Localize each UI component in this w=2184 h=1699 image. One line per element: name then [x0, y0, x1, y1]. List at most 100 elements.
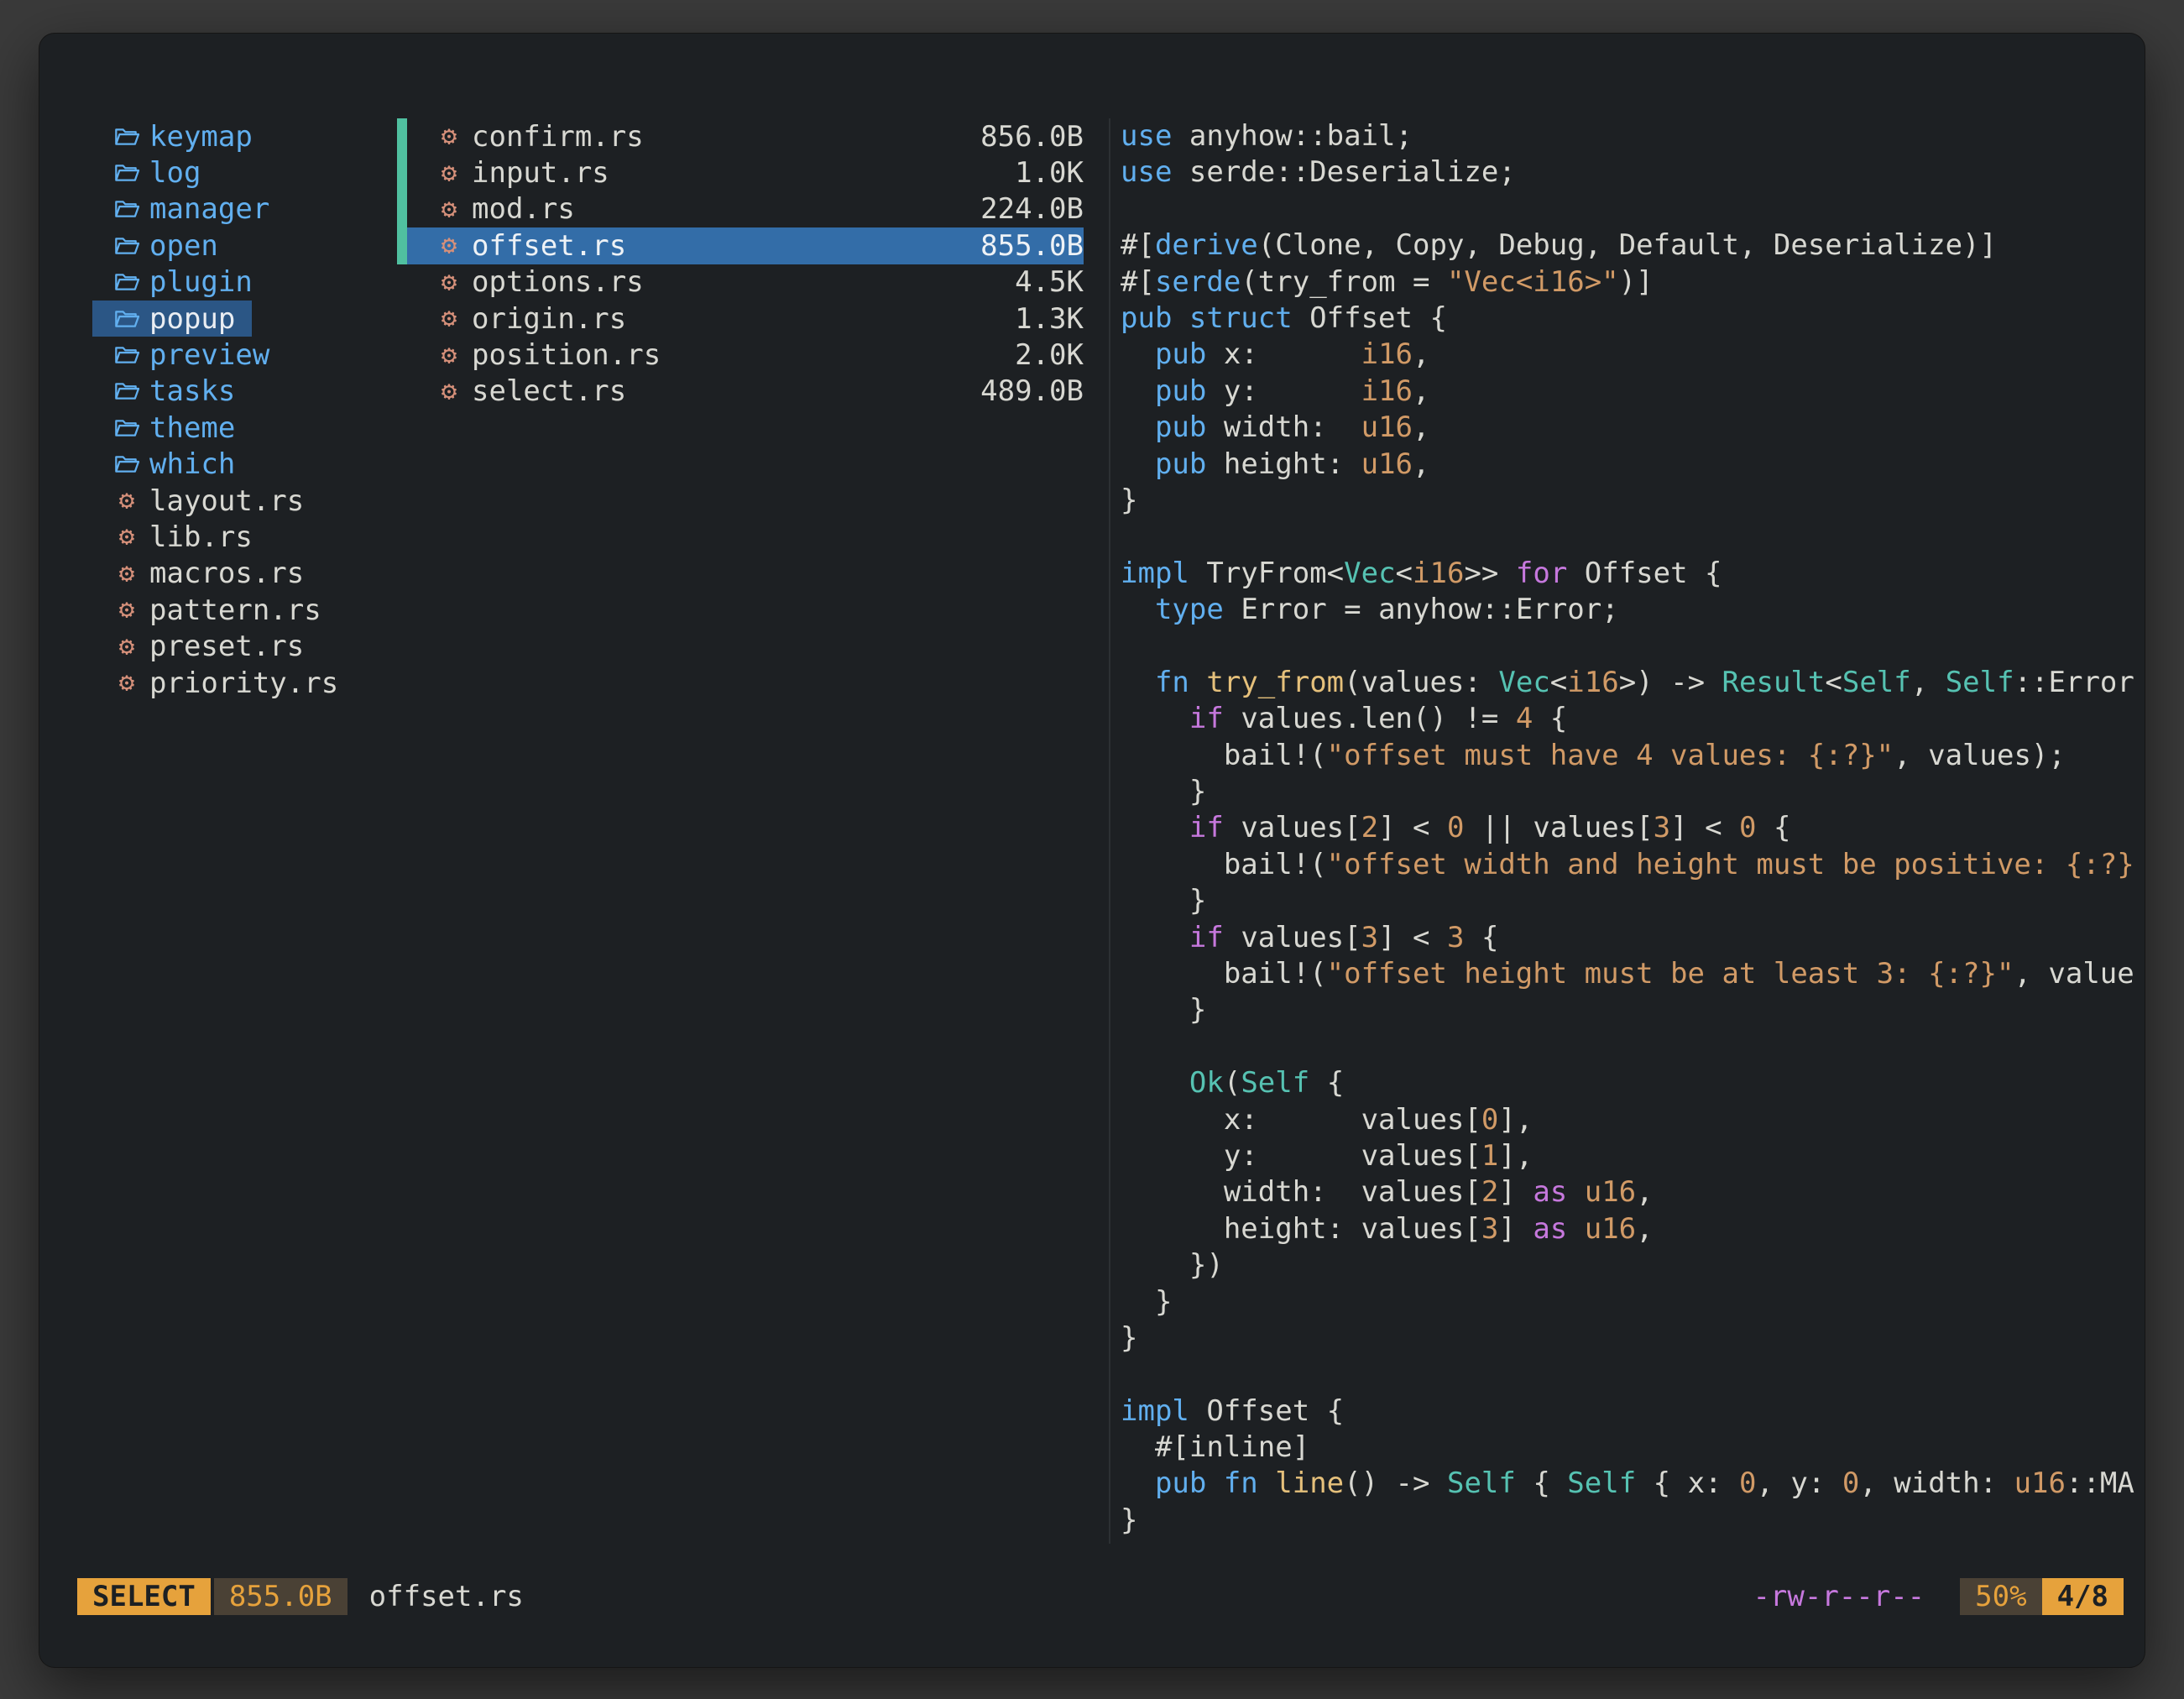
sidebar-item-chip: ⚙ pattern.rs	[92, 592, 338, 628]
file-size: 224.0B	[980, 192, 1084, 226]
sidebar-item-open[interactable]: open	[92, 227, 397, 264]
current-directory-pane: ⚙ confirm.rs 856.0B⚙input.rs1.0K⚙mod.rs224…	[397, 118, 1109, 1544]
code-line: impl Offset {	[1121, 1393, 2145, 1430]
code-line: type Error = anyhow::Error;	[1121, 592, 2145, 628]
sidebar-item-chip: theme	[92, 410, 252, 446]
rust-file-icon: ⚙	[435, 123, 463, 149]
sidebar-item-chip: log	[92, 154, 217, 191]
sidebar-item-label: pattern.rs	[149, 593, 321, 627]
file-name: options.rs	[472, 265, 644, 299]
sidebar-item-keymap[interactable]: keymap	[92, 118, 397, 154]
sidebar-item-macros-rs[interactable]: ⚙macros.rs	[92, 556, 397, 592]
selected-filename: offset.rs	[369, 1580, 524, 1613]
file-row-input-rs[interactable]: ⚙input.rs1.0K	[397, 154, 1084, 191]
code-line: pub fn line() -> Self { Self { x: 0, y: …	[1121, 1466, 2145, 1502]
sidebar-item-plugin[interactable]: plugin	[92, 264, 397, 301]
code-line: pub x: i16,	[1121, 337, 2145, 373]
status-right-group: -rw-r--r-- 50% 4/8	[1753, 1578, 2124, 1615]
rust-file-icon: ⚙	[112, 634, 141, 660]
sidebar-item-chip: manager	[92, 191, 286, 227]
sidebar-item-lib-rs[interactable]: ⚙lib.rs	[92, 519, 397, 555]
cursor-position-badge: 4/8	[2042, 1578, 2124, 1615]
folder-open-icon	[112, 451, 141, 478]
code-line: pub y: i16,	[1121, 374, 2145, 410]
sidebar-item-log[interactable]: log	[92, 154, 397, 191]
rust-file-icon: ⚙	[435, 196, 463, 222]
rust-file-icon: ⚙	[112, 524, 141, 550]
scroll-percent-badge: 50%	[1960, 1578, 2041, 1615]
desktop-background: keymaplogmanageropenpluginpopuppreviewta…	[0, 0, 2184, 1699]
sidebar-item-label: open	[149, 229, 218, 263]
code-line: bail!("offset width and height must be p…	[1121, 847, 2145, 883]
sidebar-item-chip: ⚙lib.rs	[92, 519, 269, 555]
sidebar-item-pattern-rs[interactable]: ⚙ pattern.rs	[92, 592, 397, 628]
code-line: width: values[2] as u16,	[1121, 1174, 2145, 1210]
code-line: height: values[3] as u16,	[1121, 1211, 2145, 1247]
rust-file-icon: ⚙	[435, 233, 463, 259]
sidebar-item-manager[interactable]: manager	[92, 191, 397, 227]
code-line	[1121, 519, 2145, 555]
sidebar-item-tasks[interactable]: tasks	[92, 374, 397, 410]
code-line	[1121, 191, 2145, 227]
sidebar-item-preset-rs[interactable]: ⚙preset.rs	[92, 628, 397, 664]
sidebar-item-label: plugin	[149, 265, 253, 299]
sidebar-item-chip: plugin	[92, 264, 269, 301]
code-line: y: values[1],	[1121, 1138, 2145, 1174]
code-line: #[serde(try_from = "Vec<i16>")]	[1121, 264, 2145, 301]
file-row-confirm-rs[interactable]: ⚙ confirm.rs 856.0B	[397, 118, 1084, 154]
file-row-select-rs[interactable]: ⚙select.rs489.0B	[397, 374, 1084, 410]
sidebar-item-popup[interactable]: popup	[92, 301, 397, 337]
code-line: pub struct Offset {	[1121, 301, 2145, 337]
file-size: 856.0B	[980, 120, 1084, 154]
file-permissions: -rw-r--r--	[1753, 1580, 1925, 1613]
sidebar-item-label: manager	[149, 192, 269, 226]
sidebar-item-theme[interactable]: theme	[92, 410, 397, 446]
sidebar-item-preview[interactable]: preview	[92, 337, 397, 373]
marked-files-indicator	[397, 118, 407, 264]
code-preview: use anyhow::bail;use serde::Deserialize;…	[1121, 118, 2145, 1539]
file-row-mod-rs[interactable]: ⚙mod.rs224.0B	[397, 191, 1084, 227]
sidebar-item-which[interactable]: which	[92, 447, 397, 483]
rust-file-icon: ⚙	[435, 379, 463, 405]
file-row-position-rs[interactable]: ⚙position.rs2.0K	[397, 337, 1084, 373]
rust-file-icon: ⚙	[112, 597, 141, 623]
sidebar-item-label: priority.rs	[149, 667, 338, 700]
sidebar-item-chip: ⚙macros.rs	[92, 556, 321, 592]
code-line: bail!("offset must have 4 values: {:?}",…	[1121, 738, 2145, 774]
status-left-group: SELECT 855.0B offset.rs	[77, 1578, 524, 1615]
terminal-window: keymaplogmanageropenpluginpopuppreviewta…	[39, 34, 2145, 1667]
file-name: confirm.rs	[472, 120, 644, 154]
code-line: #[derive(Clone, Copy, Debug, Default, De…	[1121, 227, 2145, 264]
sidebar-item-priority-rs[interactable]: ⚙priority.rs	[92, 665, 397, 701]
code-line: fn try_from(values: Vec<i16>) -> Result<…	[1121, 665, 2145, 701]
sidebar-item-label: preview	[149, 338, 269, 372]
file-size: 2.0K	[1015, 338, 1084, 372]
code-line: impl TryFrom<Vec<i16>> for Offset {	[1121, 556, 2145, 592]
file-name: input.rs	[472, 156, 609, 190]
sidebar-item-chip: open	[92, 227, 235, 264]
sidebar-item-chip: preview	[92, 337, 286, 373]
sidebar-item-chip: ⚙preset.rs	[92, 628, 321, 664]
code-line	[1121, 1029, 2145, 1065]
sidebar-item-chip: which	[92, 447, 252, 483]
file-row-origin-rs[interactable]: ⚙origin.rs1.3K	[397, 301, 1084, 337]
rust-file-icon: ⚙	[112, 561, 141, 587]
file-list: ⚙ confirm.rs 856.0B⚙input.rs1.0K⚙mod.rs224…	[397, 118, 1084, 410]
file-preview-pane[interactable]: use anyhow::bail;use serde::Deserialize;…	[1109, 118, 2145, 1544]
folder-open-icon	[112, 196, 141, 222]
code-line: bail!("offset height must be at least 3:…	[1121, 956, 2145, 992]
sidebar-item-label: layout.rs	[149, 484, 304, 518]
sidebar-item-label: keymap	[149, 120, 253, 154]
rust-file-icon: ⚙	[435, 342, 463, 369]
rust-file-icon: ⚙	[112, 488, 141, 514]
sidebar-item-chip: keymap	[92, 118, 269, 154]
file-size: 4.5K	[1015, 265, 1084, 299]
sidebar-item-label: tasks	[149, 374, 235, 408]
file-row-options-rs[interactable]: ⚙options.rs4.5K	[397, 264, 1084, 301]
code-line: }	[1121, 992, 2145, 1028]
file-name: origin.rs	[472, 302, 626, 336]
file-row-offset-rs[interactable]: ⚙offset.rs855.0B	[397, 227, 1084, 264]
file-size: 489.0B	[980, 374, 1084, 408]
file-size: 1.3K	[1015, 302, 1084, 336]
sidebar-item-layout-rs[interactable]: ⚙ layout.rs	[92, 483, 397, 519]
